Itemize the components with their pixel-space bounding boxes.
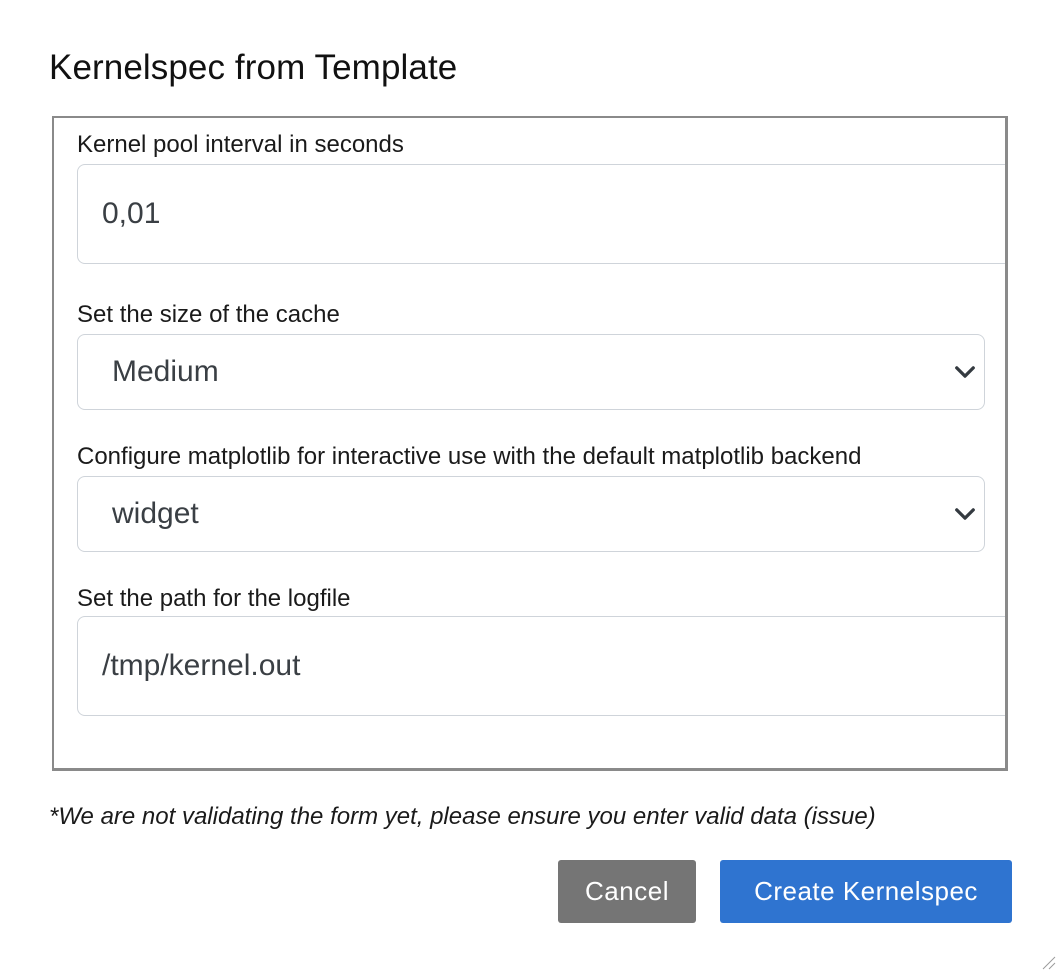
validation-note: *We are not validating the form yet, ple…: [49, 803, 876, 830]
cancel-button[interactable]: Cancel: [558, 860, 696, 923]
cache-size-label: Set the size of the cache: [77, 301, 340, 328]
resize-handle-icon[interactable]: [1040, 954, 1056, 970]
chevron-down-icon: [955, 366, 975, 378]
pool-interval-label: Kernel pool interval in seconds: [77, 131, 404, 158]
logfile-label: Set the path for the logfile: [77, 585, 351, 612]
kernelspec-dialog: Kernelspec from Template Kernel pool int…: [0, 0, 1056, 970]
pool-interval-input[interactable]: [77, 164, 1005, 264]
logfile-input[interactable]: [77, 616, 1005, 716]
matplotlib-selected-value: widget: [112, 497, 199, 530]
matplotlib-select[interactable]: widget: [77, 476, 985, 552]
cache-size-select[interactable]: Medium: [77, 334, 985, 410]
cache-size-selected-value: Medium: [112, 355, 219, 388]
dialog-title: Kernelspec from Template: [49, 48, 458, 87]
chevron-down-icon: [955, 508, 975, 520]
form-scroll-panel[interactable]: Kernel pool interval in seconds Set the …: [52, 116, 1008, 771]
matplotlib-label: Configure matplotlib for interactive use…: [77, 443, 862, 470]
create-kernelspec-button[interactable]: Create Kernelspec: [720, 860, 1012, 923]
